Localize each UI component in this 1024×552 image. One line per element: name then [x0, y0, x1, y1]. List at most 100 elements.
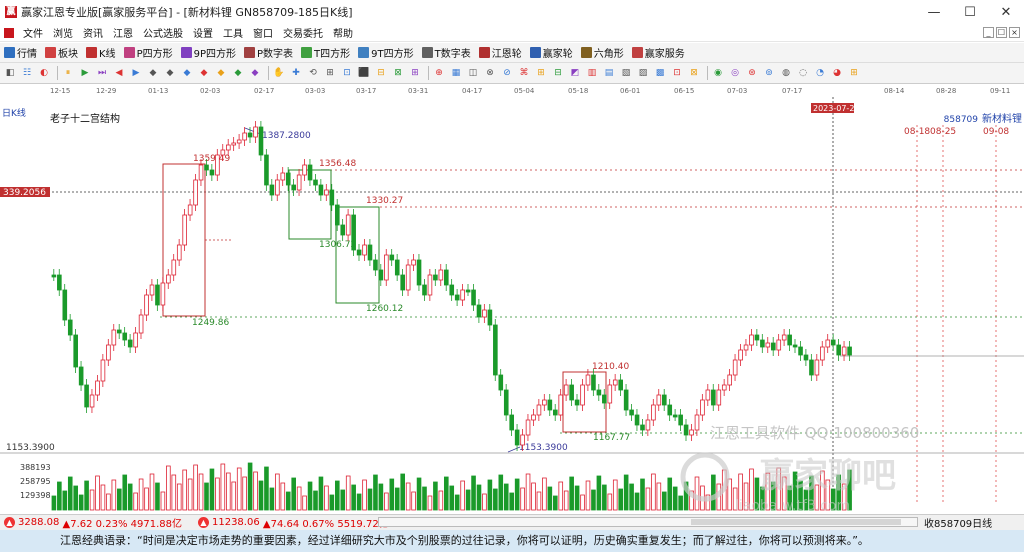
kline-chart[interactable]: 12-15 12-29 01-13 02-03 02-17 03-03 03-17 03-31…	[0, 85, 1024, 512]
drawing-tool-icon[interactable]: ◀	[112, 66, 126, 80]
blocks-icon	[45, 47, 56, 58]
candle-body	[73, 334, 79, 368]
drawing-tool-icon[interactable]: ▧	[619, 66, 633, 80]
drawing-tool-icon[interactable]: ◩	[568, 66, 582, 80]
drawing-tool-icon[interactable]: ▩	[653, 66, 667, 80]
chart-scrollbar[interactable]	[378, 517, 918, 527]
drawing-tool-icon[interactable]: ⊘	[500, 66, 514, 80]
drawing-tool-icon[interactable]: ✚	[289, 66, 303, 80]
menu-help[interactable]: 帮助	[328, 25, 358, 40]
close-button[interactable]: ✕	[989, 0, 1023, 24]
mdi-minimize-button[interactable]: _	[983, 27, 994, 38]
drawing-tool-icon[interactable]: ◎	[728, 66, 742, 80]
menu-formula[interactable]: 公式选股	[138, 25, 188, 40]
drawing-tool-icon[interactable]: ◧	[3, 66, 17, 80]
drawing-tool-icon[interactable]: ◆	[163, 66, 177, 80]
menu-settings[interactable]: 设置	[188, 25, 218, 40]
drawing-tool-icon[interactable]: ▶	[78, 66, 92, 80]
toolbar-blocks-button[interactable]: 板块	[41, 45, 82, 60]
drawing-tool-icon[interactable]: ⊞	[323, 66, 337, 80]
drawing-tool-icon[interactable]: ◍	[779, 66, 793, 80]
drawing-tool-icon[interactable]: ⊡	[340, 66, 354, 80]
p-table-icon	[244, 47, 255, 58]
drawing-tool-icon[interactable]: ◕	[830, 66, 844, 80]
volume-bar	[117, 488, 122, 511]
toolbar-p-square-button[interactable]: P四方形	[120, 45, 177, 60]
drawing-tool-icon[interactable]: ⟲	[306, 66, 320, 80]
drawing-tool-icon[interactable]: ▨	[636, 66, 650, 80]
toolbar-p-table-button[interactable]: P数字表	[240, 45, 297, 60]
drawing-tool-icon[interactable]: ⏭	[95, 66, 109, 80]
toolbar-service-button[interactable]: 赢家服务	[628, 45, 689, 60]
drawing-tool-icon[interactable]: ▦	[449, 66, 463, 80]
candle-body	[427, 274, 433, 296]
drawing-tool-icon[interactable]: ◆	[197, 66, 211, 80]
drawing-tool-icon[interactable]: ◆	[231, 66, 245, 80]
drawing-tool-icon[interactable]: ⊡	[670, 66, 684, 80]
drawing-tool-icon[interactable]: ⊕	[432, 66, 446, 80]
drawing-tool-icon[interactable]: ⏸	[61, 66, 75, 80]
candle-body	[433, 274, 438, 281]
mdi-restore-button[interactable]: ☐	[996, 27, 1007, 38]
drawing-tool-icon[interactable]: ◫	[466, 66, 480, 80]
drawing-tool-icon[interactable]: ◔	[813, 66, 827, 80]
date-tick-label: 05-04	[514, 87, 535, 95]
menu-browse[interactable]: 浏览	[48, 25, 78, 40]
drawing-tool-icon[interactable]: ⊟	[551, 66, 565, 80]
drawing-tool-icon[interactable]: ▥	[585, 66, 599, 80]
toolbar-t-square-button[interactable]: T四方形	[297, 45, 354, 60]
volume-bar	[106, 493, 111, 511]
menu-window[interactable]: 窗口	[248, 25, 278, 40]
menu-tools[interactable]: 工具	[218, 25, 248, 40]
scrollbar-thumb[interactable]	[691, 519, 901, 525]
drawing-tool-icon[interactable]: ◉	[711, 66, 725, 80]
menu-file[interactable]: 文件	[18, 25, 48, 40]
drawing-tool-icon[interactable]: ⊞	[408, 66, 422, 80]
drawing-tool-icon[interactable]: ✋	[272, 66, 286, 80]
drawing-tool-icon[interactable]: ◆	[146, 66, 160, 80]
toolbar-label: 六角形	[593, 49, 624, 60]
app-logo-icon: 赢	[5, 6, 17, 18]
drawing-tool-icon[interactable]: ⊚	[762, 66, 776, 80]
toolbar-grid-button[interactable]: 行情	[0, 45, 41, 60]
drawing-tool-icon[interactable]: ▤	[602, 66, 616, 80]
menu-gann[interactable]: 江恩	[108, 25, 138, 40]
candle-body	[416, 259, 422, 286]
toolbar-9t-square-button[interactable]: 9T四方形	[354, 45, 417, 60]
volume-bar	[471, 475, 476, 511]
drawing-tool-icon[interactable]: ⬛	[357, 66, 371, 80]
drawing-tool-icon[interactable]: ⊞	[847, 66, 861, 80]
drawing-tool-icon[interactable]: ⊠	[687, 66, 701, 80]
drawing-tool-icon[interactable]: ☷	[20, 66, 34, 80]
drawing-tool-icon[interactable]: ◌	[796, 66, 810, 80]
candle-body	[405, 264, 411, 291]
toolbar-kline-button[interactable]: K线	[82, 45, 120, 60]
minimize-button[interactable]: —	[917, 0, 951, 24]
drawing-tool-icon[interactable]: ⊗	[483, 66, 497, 80]
candle-body	[471, 289, 476, 306]
index1-value: 3288.08	[18, 517, 60, 528]
maximize-button[interactable]: ☐	[953, 0, 987, 24]
watermark-text: 赢家聊吧	[760, 456, 896, 496]
menu-info[interactable]: 资讯	[78, 25, 108, 40]
drawing-tool-icon[interactable]: ⊞	[534, 66, 548, 80]
drawing-tool-icon[interactable]: ◆	[248, 66, 262, 80]
menu-app-icon[interactable]	[4, 27, 14, 38]
mdi-close-button[interactable]: ×	[1009, 27, 1020, 38]
drawing-tool-icon[interactable]: ▶	[129, 66, 143, 80]
toolbar-9p-square-button[interactable]: 9P四方形	[177, 45, 240, 60]
toolbar-hexagon-button[interactable]: 六角形	[577, 45, 628, 60]
drawing-tool-icon[interactable]: ⊟	[374, 66, 388, 80]
drawing-tool-icon[interactable]: ⊛	[745, 66, 759, 80]
drawing-tool-icon[interactable]: ⊠	[391, 66, 405, 80]
drawing-tool-icon[interactable]: ◐	[37, 66, 51, 80]
drawing-tool-icon[interactable]: ◆	[180, 66, 194, 80]
menu-trade[interactable]: 交易委托	[278, 25, 328, 40]
toolbar-t-table-button[interactable]: T数字表	[418, 45, 475, 60]
toolbar-winner-wheel-button[interactable]: 赢家轮	[526, 45, 577, 60]
drawing-tool-icon[interactable]: ◆	[214, 66, 228, 80]
drawing-tool-icon[interactable]: ⌘	[517, 66, 531, 80]
t-square-icon	[301, 47, 313, 58]
candle-body	[585, 374, 591, 386]
toolbar-gann-wheel-button[interactable]: 江恩轮	[475, 45, 526, 60]
